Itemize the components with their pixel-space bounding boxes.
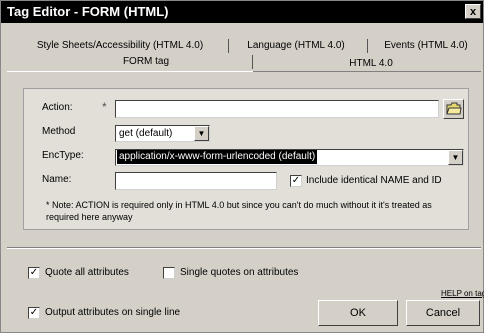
quote-all-checkbox[interactable]: ✓ [28, 267, 40, 279]
single-quotes-label: Single quotes on attributes [180, 267, 299, 278]
single-line-label: Output attributes on single line [45, 307, 181, 318]
folder-icon [446, 102, 462, 115]
form-panel: Action: * Method get (default) ▼ EncType… [23, 88, 469, 230]
quote-all-label: Quote all attributes [45, 267, 129, 278]
tab-separator [367, 39, 368, 53]
action-label: Action: [42, 102, 73, 113]
single-line-checkbox[interactable]: ✓ [28, 307, 40, 319]
action-input[interactable] [115, 100, 439, 118]
divider-highlight [7, 248, 481, 249]
method-label: Method [42, 126, 76, 137]
tab-style-sheets[interactable]: Style Sheets/Accessibility (HTML 4.0) [31, 37, 209, 54]
method-value: get (default) [119, 128, 173, 139]
name-label: Name: [42, 174, 72, 185]
browse-folder-button[interactable] [443, 99, 464, 119]
tab-language[interactable]: Language (HTML 4.0) [237, 37, 355, 54]
required-note: * Note: ACTION is required only in HTML … [46, 200, 432, 222]
name-input[interactable] [115, 172, 277, 190]
cancel-button[interactable]: Cancel [406, 300, 480, 326]
tab-separator [228, 39, 229, 53]
chevron-down-icon[interactable]: ▼ [194, 126, 209, 141]
single-quotes-checkbox[interactable] [163, 267, 175, 279]
chevron-down-icon[interactable]: ▼ [448, 150, 463, 165]
tab-baseline-active [7, 71, 253, 72]
help-link[interactable]: HELP on tag [441, 289, 484, 298]
ok-button[interactable]: OK [318, 300, 398, 326]
enctype-select[interactable]: application/x-www-form-urlencoded (defau… [115, 149, 464, 166]
include-id-label: Include identical NAME and ID [306, 175, 442, 186]
include-id-checkbox[interactable]: ✓ [290, 175, 302, 187]
enctype-value: application/x-www-form-urlencoded (defau… [117, 150, 318, 164]
title-bar: Tag Editor - FORM (HTML) x [1, 1, 483, 23]
required-mark: * [102, 100, 107, 114]
window-title: Tag Editor - FORM (HTML) [7, 4, 169, 19]
method-select[interactable]: get (default) ▼ [115, 125, 210, 142]
tab-separator [252, 55, 253, 69]
tab-baseline [253, 71, 481, 72]
tag-editor-window: Tag Editor - FORM (HTML) x Style Sheets/… [0, 0, 484, 333]
close-button[interactable]: x [465, 4, 481, 19]
tab-form-tag[interactable]: FORM tag [91, 53, 201, 70]
tab-events[interactable]: Events (HTML 4.0) [375, 37, 477, 54]
enctype-label: EncType: [42, 150, 84, 161]
tab-html-4[interactable]: HTML 4.0 [321, 55, 421, 72]
